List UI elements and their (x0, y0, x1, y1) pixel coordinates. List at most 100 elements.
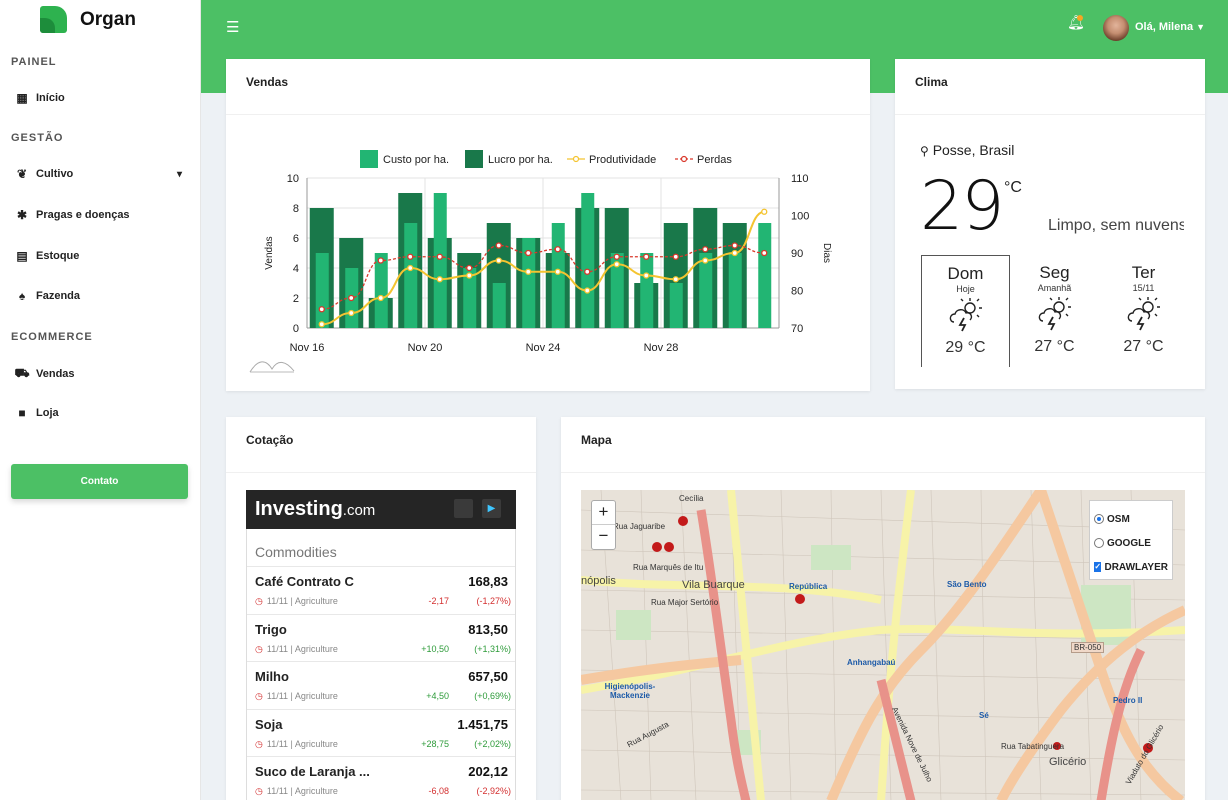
map-label: nópolis (581, 575, 616, 587)
point-perdas[interactable] (348, 294, 355, 302)
play-store-icon[interactable]: ▶ (482, 499, 501, 518)
y-tick-label: 6 (293, 233, 299, 245)
forecast-day[interactable]: Ter 15/11 27 °C (1099, 255, 1188, 367)
point-perdas[interactable] (761, 249, 768, 257)
point-perdas[interactable] (525, 249, 532, 257)
legend-label[interactable]: Custo por ha. (383, 154, 449, 166)
day-name: Seg (1039, 263, 1070, 282)
forecast-day[interactable]: Seg Amanhã 27 °C (1010, 255, 1099, 367)
legend-marker (572, 155, 580, 163)
y-tick-label: 2 (293, 293, 299, 305)
map-view[interactable]: Cecília Rua Jaguaribe Rua Marquês de Itu… (581, 490, 1185, 800)
contact-button[interactable]: Contato (11, 464, 188, 499)
bar-custo[interactable] (728, 253, 742, 328)
point-produtividade[interactable] (495, 257, 502, 264)
y-tick-label: 0 (293, 323, 299, 335)
commodity-row[interactable]: Café Contrato C 168,83 ◷ 11/11 | Agricultur… (247, 567, 515, 615)
point-perdas[interactable] (702, 246, 709, 253)
investing-logo[interactable]: Investing.com (255, 498, 375, 521)
bar-custo[interactable] (669, 283, 683, 328)
zoom-out-button[interactable]: − (592, 525, 615, 549)
layer-option-google[interactable]: GOOGLE (1094, 531, 1168, 555)
chevron-down-icon[interactable]: ▾ (177, 169, 182, 180)
point-perdas[interactable] (643, 253, 650, 260)
point-perdas[interactable] (466, 264, 473, 272)
sidebar-item-estoque[interactable]: ▤ Estoque (13, 249, 79, 263)
point-produtividade[interactable] (584, 287, 591, 294)
point-perdas[interactable] (613, 253, 620, 260)
point-produtividade[interactable] (525, 268, 532, 275)
point-produtividade[interactable] (761, 208, 768, 215)
bar-custo[interactable] (492, 283, 506, 328)
apple-icon[interactable] (454, 499, 473, 518)
radio-selected[interactable] (1094, 514, 1104, 524)
legend-label[interactable]: Produtividade (589, 154, 656, 166)
sidebar-item-loja[interactable]: ■ Loja (13, 406, 58, 420)
commodity-name[interactable]: Café Contrato C (255, 574, 354, 589)
commodity-name[interactable]: Suco de Laranja ... (255, 764, 370, 779)
legend-label[interactable]: Perdas (697, 154, 732, 166)
commodity-name[interactable]: Milho (255, 669, 289, 684)
bar-custo[interactable] (404, 223, 418, 328)
zoom-in-button[interactable]: + (592, 501, 615, 525)
commodity-row[interactable]: Trigo 813,50 ◷ 11/11 | Agriculture +10,50 (+1… (247, 615, 515, 662)
bar-custo[interactable] (699, 253, 713, 328)
user-menu[interactable]: Olá, Milena ▼ (1135, 21, 1205, 33)
commodity-row[interactable]: Milho 657,50 ◷ 11/11 | Agriculture +4,50 (+0,… (247, 662, 515, 710)
bar-custo[interactable] (551, 223, 565, 328)
point-produtividade[interactable] (702, 257, 709, 264)
point-produtividade[interactable] (731, 249, 738, 257)
point-perdas[interactable] (731, 242, 738, 249)
commodity-name[interactable]: Soja (255, 717, 282, 732)
commodity-name[interactable]: Trigo (255, 622, 287, 637)
point-perdas[interactable] (318, 306, 325, 313)
point-produtividade[interactable] (643, 272, 650, 279)
checkbox-checked[interactable]: ✓ (1094, 562, 1102, 572)
sidebar-item-inicio[interactable]: ▦ Início (13, 91, 64, 105)
avatar[interactable] (1103, 15, 1129, 41)
sidebar-item-vendas[interactable]: ⛟ Vendas (13, 366, 74, 382)
point-perdas[interactable] (672, 253, 679, 260)
point-perdas[interactable] (407, 253, 414, 260)
point-produtividade[interactable] (613, 261, 620, 268)
bar-custo[interactable] (758, 223, 772, 328)
commodity-row[interactable]: Suco de Laranja ... 202,12 ◷ 11/11 | Agricu… (247, 757, 515, 800)
bar-custo[interactable] (433, 193, 447, 328)
point-produtividade[interactable] (672, 276, 679, 283)
point-produtividade[interactable] (554, 268, 561, 275)
point-produtividade[interactable] (318, 321, 325, 328)
bar-custo[interactable] (640, 253, 654, 328)
investing-header: Investing.com ▶ (246, 490, 516, 529)
point-perdas[interactable] (377, 257, 384, 264)
bar-custo[interactable] (374, 253, 388, 328)
legend-label[interactable]: Lucro por ha. (488, 154, 553, 166)
map-label: Pedro II (1113, 696, 1143, 705)
point-produtividade[interactable] (407, 264, 414, 272)
commodity-change: -6,08 (428, 786, 449, 796)
commodity-price: 1.451,75 (457, 716, 508, 732)
cart-icon: ⛟ (14, 366, 30, 380)
brand-logo[interactable]: Organ (40, 6, 136, 33)
bar-custo[interactable] (581, 193, 595, 328)
point-perdas[interactable] (436, 253, 443, 260)
point-produtividade[interactable] (466, 272, 473, 279)
forecast-day[interactable]: Dom Hoje 29 °C (921, 255, 1010, 367)
radio[interactable] (1094, 538, 1104, 548)
layer-option-drawlayer[interactable]: ✓ DRAWLAYER (1094, 555, 1168, 579)
bar-custo[interactable] (315, 253, 329, 328)
point-perdas[interactable] (495, 242, 502, 249)
x-tick-label: Nov 16 (290, 342, 325, 354)
commodity-row[interactable]: Soja 1.451,75 ◷ 11/11 | Agriculture +28,75 (+… (247, 710, 515, 757)
x-tick-label: Nov 28 (644, 342, 679, 354)
sidebar-item-cultivo[interactable]: ❦ Cultivo ▾ (13, 167, 193, 181)
point-produtividade[interactable] (377, 294, 384, 302)
layer-option-osm[interactable]: OSM (1094, 507, 1168, 531)
point-perdas[interactable] (584, 268, 591, 275)
point-perdas[interactable] (554, 246, 561, 253)
menu-icon[interactable]: ☰ (226, 18, 239, 36)
y2-tick-label: 100 (791, 211, 809, 223)
sidebar-item-fazenda[interactable]: ♠ Fazenda (13, 289, 80, 303)
point-produtividade[interactable] (348, 309, 355, 317)
point-produtividade[interactable] (436, 276, 443, 283)
sidebar-item-pragas[interactable]: ✱ Pragas e doenças (13, 208, 130, 222)
